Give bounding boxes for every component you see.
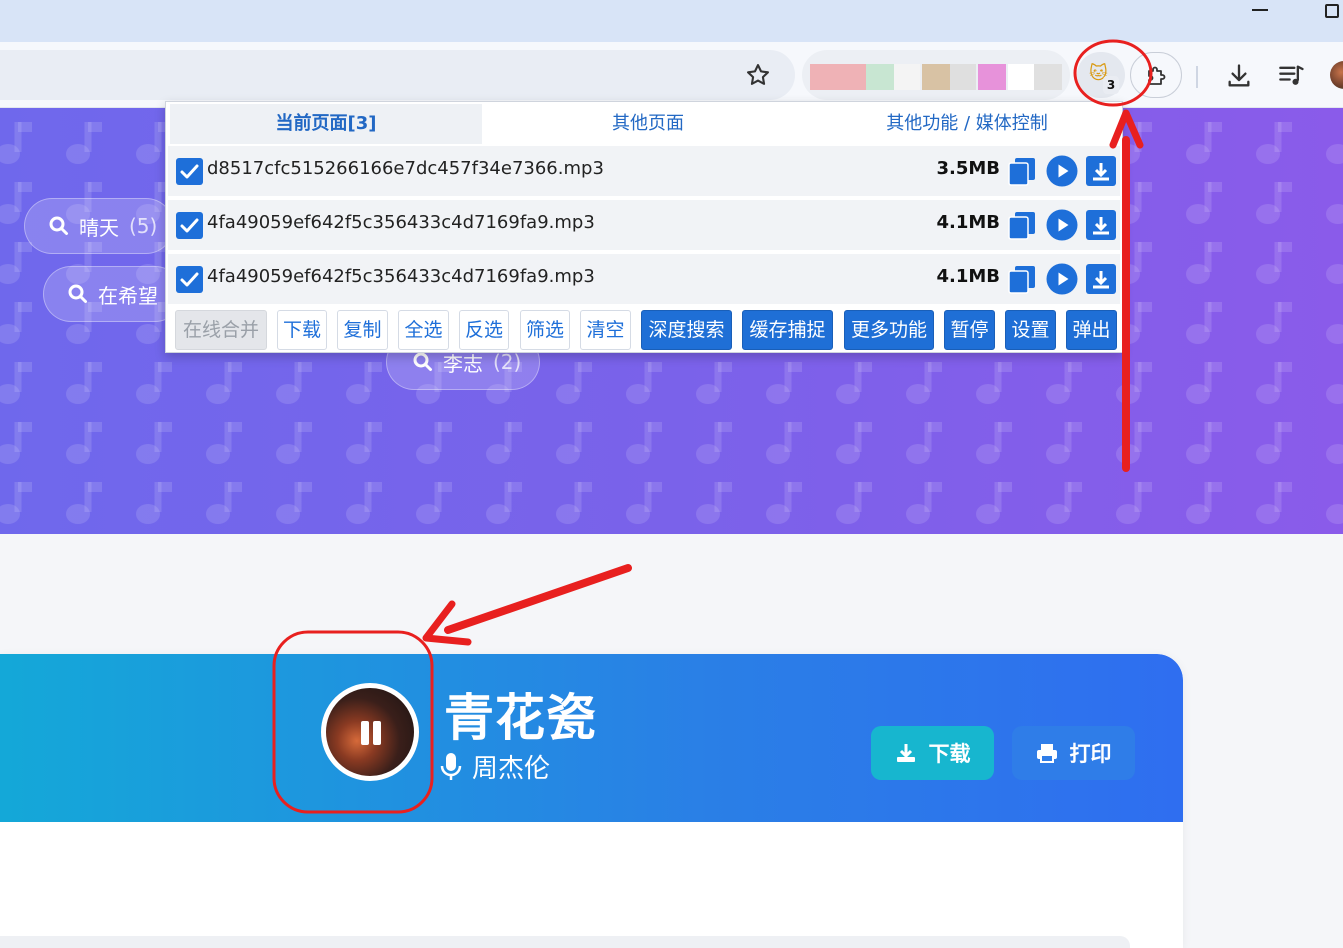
song-title: 青花瓷 [444, 689, 597, 747]
print-label: 打印 [1069, 742, 1112, 766]
extension-icon[interactable] [866, 64, 894, 90]
main-content: 青花瓷 周杰伦 下载 打印 [0, 534, 1343, 948]
tab-other-pages[interactable]: 其他页面 [488, 104, 808, 144]
album-cover-play-toggle[interactable] [321, 683, 419, 781]
tab-other-functions[interactable]: 其他功能 / 媒体控制 [814, 104, 1120, 144]
profile-avatar[interactable] [1330, 61, 1343, 89]
download-label: 下载 [928, 742, 971, 766]
copy-icon[interactable] [1006, 209, 1038, 241]
player-card: 青花瓷 周杰伦 [0, 654, 1183, 948]
file-checkbox[interactable] [176, 266, 203, 293]
search-chip-hope[interactable]: 在希望 [43, 266, 183, 322]
resource-sniffer-popup: 当前页面[3] 其他页面 其他功能 / 媒体控制 d8517cfc5152661… [165, 101, 1123, 353]
play-icon[interactable] [1046, 263, 1078, 295]
download-icon[interactable] [1225, 62, 1253, 90]
puzzle-icon [1148, 66, 1166, 85]
copy-icon[interactable] [1006, 263, 1038, 295]
artist-name: 周杰伦 [472, 754, 551, 784]
extension-icon[interactable] [950, 64, 976, 90]
download-icon [896, 744, 915, 762]
file-name[interactable]: 4fa49059ef642f5c356433c4d7169fa9.mp3 [207, 212, 595, 233]
extension-icon[interactable] [894, 64, 920, 90]
browser-title-bar [0, 0, 1343, 42]
play-icon[interactable] [1046, 155, 1078, 187]
invert-selection-button[interactable]: 反选 [459, 310, 509, 350]
file-size: 4.1MB [936, 212, 1000, 233]
file-row[interactable]: d8517cfc515266166e7dc457f34e7366.mp3 3.5… [168, 146, 1120, 196]
chip-label: 晴天 [79, 215, 119, 240]
maximize-icon[interactable] [1325, 4, 1339, 18]
extension-count-badge: 3 [1103, 76, 1119, 94]
search-icon [413, 352, 432, 371]
file-row[interactable]: 4fa49059ef642f5c356433c4d7169fa9.mp3 4.1… [168, 200, 1120, 250]
file-checkbox[interactable] [176, 212, 203, 239]
blurred-extension-icons[interactable] [802, 50, 1070, 100]
bookmark-star-icon[interactable] [744, 61, 772, 89]
next-card-edge [0, 936, 1130, 948]
extension-icon[interactable] [1008, 64, 1034, 90]
select-all-button[interactable]: 全选 [398, 310, 449, 350]
file-name[interactable]: d8517cfc515266166e7dc457f34e7366.mp3 [207, 158, 604, 179]
search-chip-sunny[interactable]: 晴天 (5) [24, 198, 174, 254]
minimize-icon[interactable] [1252, 9, 1268, 11]
tab-current-page[interactable]: 当前页面[3] [170, 104, 482, 144]
extension-icon[interactable] [978, 64, 1006, 90]
extensions-menu-button[interactable] [1130, 52, 1182, 98]
popup-tabs: 当前页面[3] 其他页面 其他功能 / 媒体控制 [166, 102, 1124, 144]
chip-label: 在希望 [98, 283, 158, 308]
chip-count: (2) [493, 350, 522, 374]
clear-button[interactable]: 清空 [580, 310, 631, 350]
download-button[interactable]: 下载 [277, 310, 327, 350]
media-control-icon[interactable] [1278, 63, 1306, 89]
download-file-icon[interactable] [1085, 209, 1117, 241]
copy-icon[interactable] [1006, 155, 1038, 187]
cat-catch-extension-button[interactable]: 🐱 3 [1077, 52, 1125, 98]
play-icon[interactable] [1046, 209, 1078, 241]
download-file-icon[interactable] [1085, 155, 1117, 187]
download-file-icon[interactable] [1085, 263, 1117, 295]
file-name[interactable]: 4fa49059ef642f5c356433c4d7169fa9.mp3 [207, 266, 595, 287]
extension-icon[interactable] [1034, 64, 1062, 90]
address-bar[interactable] [0, 50, 795, 100]
settings-button[interactable]: 设置 [1005, 310, 1056, 350]
popout-button[interactable]: 弹出 [1066, 310, 1117, 350]
pause-icon [373, 721, 381, 745]
player-header: 青花瓷 周杰伦 [0, 654, 1183, 822]
more-functions-button[interactable]: 更多功能 [844, 310, 934, 350]
browser-toolbar: 🐱 3 [0, 42, 1343, 108]
download-song-button[interactable]: 下载 [871, 726, 994, 780]
copy-button[interactable]: 复制 [337, 310, 388, 350]
cache-capture-button[interactable]: 缓存捕捉 [742, 310, 833, 350]
filter-button[interactable]: 筛选 [520, 310, 570, 350]
search-icon [68, 284, 87, 303]
file-size: 3.5MB [936, 158, 1000, 179]
online-merge-button[interactable]: 在线合并 [175, 310, 267, 350]
print-button[interactable]: 打印 [1012, 726, 1135, 780]
pause-icon [361, 721, 369, 745]
extension-icon[interactable] [922, 64, 950, 90]
deep-search-button[interactable]: 深度搜索 [641, 310, 732, 350]
search-icon [49, 216, 68, 235]
file-checkbox[interactable] [176, 158, 203, 185]
toolbar-divider [1196, 66, 1198, 88]
printer-icon [1036, 744, 1057, 763]
pause-button[interactable]: 暂停 [944, 310, 995, 350]
artist-line: 周杰伦 [440, 748, 550, 785]
file-row[interactable]: 4fa49059ef642f5c356433c4d7169fa9.mp3 4.1… [168, 254, 1120, 304]
file-size: 4.1MB [936, 266, 1000, 287]
extension-icon[interactable] [810, 64, 866, 90]
chip-count: (5) [129, 214, 158, 238]
microphone-icon [440, 752, 462, 780]
popup-action-bar: 在线合并 下载 复制 全选 反选 筛选 清空 深度搜索 缓存捕捉 更多功能 暂停… [166, 308, 1124, 352]
